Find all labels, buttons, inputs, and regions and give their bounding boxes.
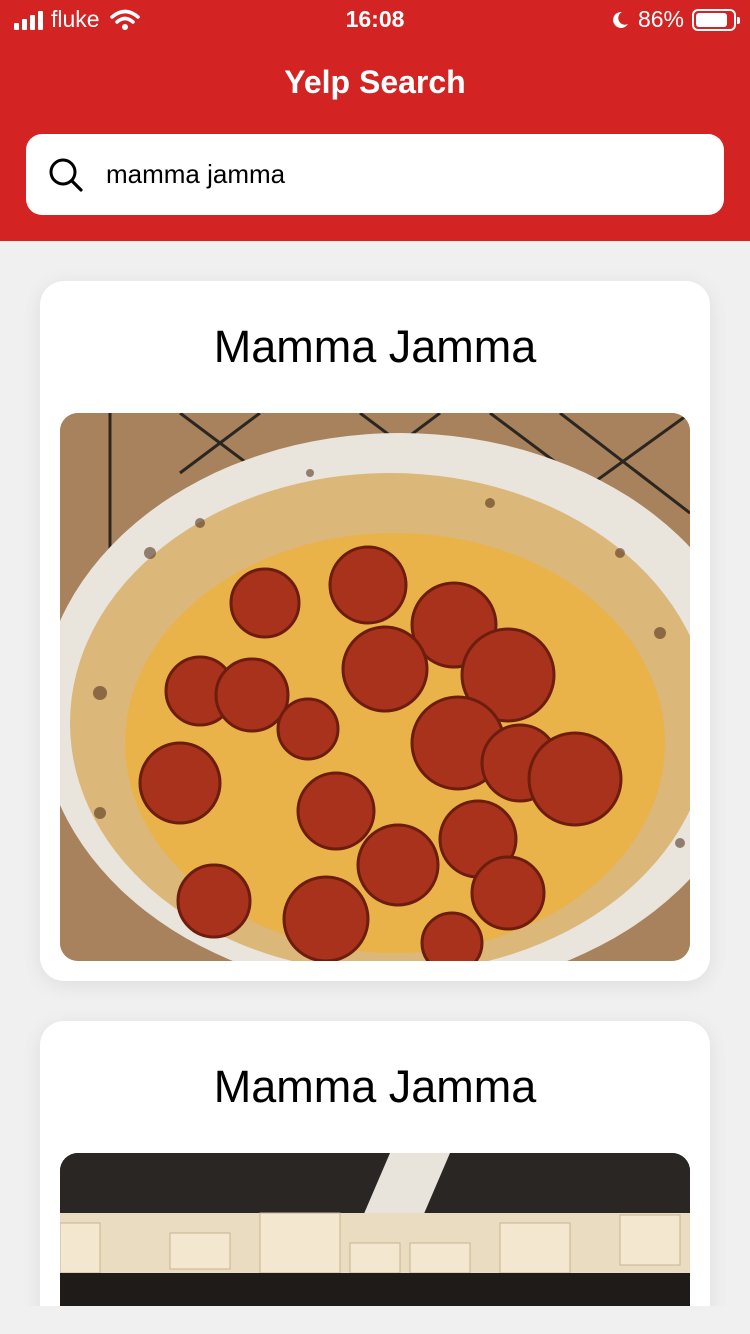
business-name: Mamma Jamma (213, 321, 537, 372)
search-icon (49, 158, 83, 192)
business-photo[interactable] (60, 1153, 690, 1313)
status-right: 86% (610, 6, 740, 33)
search-bar[interactable] (26, 134, 724, 215)
battery-level (696, 12, 727, 27)
page-title: Yelp Search (284, 64, 466, 100)
status-bar: fluke 16:08 86% (0, 0, 750, 40)
result-card[interactable]: Mamma Jamma (40, 281, 710, 981)
app-header: fluke 16:08 86% Yelp Search (0, 0, 750, 241)
restaurant-interior-photo (60, 1153, 690, 1313)
pepperoni-pizza-photo (60, 413, 690, 961)
search-input[interactable] (106, 159, 666, 190)
business-name: Mamma Jamma (213, 1061, 537, 1112)
result-card[interactable]: Mamma Jamma (40, 1021, 710, 1321)
bottom-background (0, 1306, 750, 1334)
battery-percent: 86% (637, 6, 684, 32)
business-photo[interactable] (60, 413, 690, 961)
moon-icon (613, 11, 628, 28)
battery-icon (692, 8, 740, 31)
